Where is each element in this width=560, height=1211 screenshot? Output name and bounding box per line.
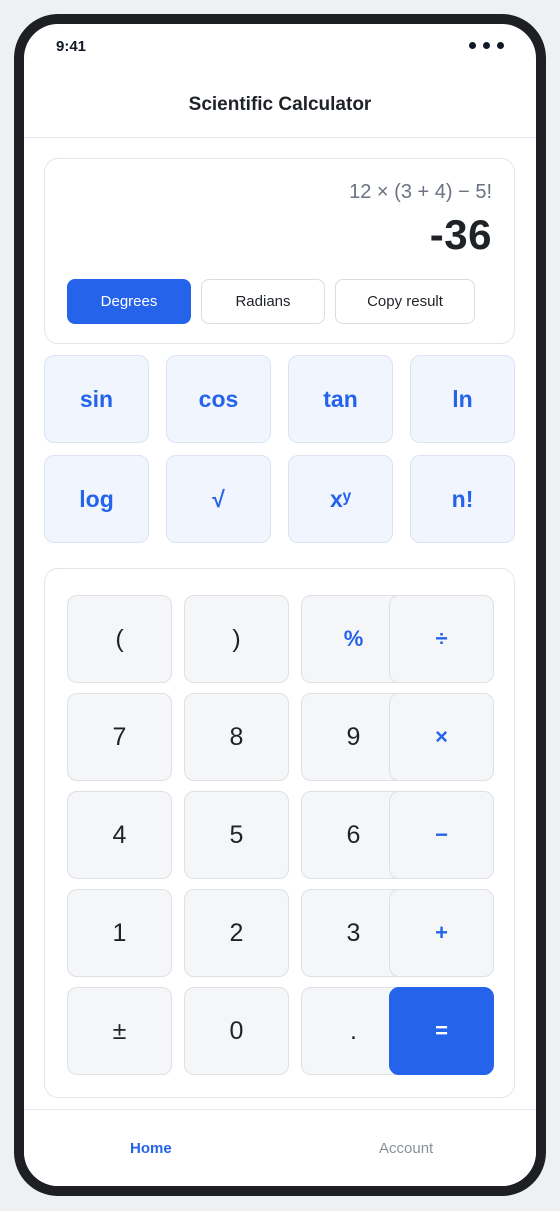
cos-button[interactable]: cos — [166, 355, 271, 443]
radians-button[interactable]: Radians — [201, 279, 325, 324]
tab-home[interactable]: Home — [130, 1140, 172, 1157]
digit-1-key[interactable]: 1 — [67, 889, 172, 977]
more-icon[interactable] — [469, 42, 504, 49]
sign-toggle-key[interactable]: ± — [67, 987, 172, 1075]
copy-result-button[interactable]: Copy result — [335, 279, 475, 324]
power-button[interactable]: xʸ — [288, 455, 393, 543]
log-button[interactable]: log — [44, 455, 149, 543]
page-title: Scientific Calculator — [188, 94, 372, 115]
status-bar: 9:41 — [24, 24, 536, 72]
dot — [483, 42, 490, 49]
dot — [497, 42, 504, 49]
minus-key[interactable]: − — [389, 791, 494, 879]
tab-account[interactable]: Account — [379, 1140, 433, 1157]
divide-key[interactable]: ÷ — [389, 595, 494, 683]
digit-8-key[interactable]: 8 — [184, 693, 289, 781]
sin-button[interactable]: sin — [44, 355, 149, 443]
digit-2-key[interactable]: 2 — [184, 889, 289, 977]
ln-button[interactable]: ln — [410, 355, 515, 443]
tab-bar: Home Account — [24, 1109, 536, 1186]
display-card: 12 × (3 + 4) − 5! -36 Degrees Radians Co… — [44, 158, 515, 344]
close-paren-key[interactable]: ) — [184, 595, 289, 683]
status-time: 9:41 — [56, 38, 87, 55]
result-display: -36 — [429, 211, 492, 258]
factorial-button[interactable]: n! — [410, 455, 515, 543]
keypad: ( ) % ÷ 7 8 9 × 4 5 6 − 1 2 3 + ± 0 . = — [44, 568, 515, 1098]
multiply-key[interactable]: × — [389, 693, 494, 781]
plus-key[interactable]: + — [389, 889, 494, 977]
degrees-button[interactable]: Degrees — [67, 279, 191, 324]
digit-4-key[interactable]: 4 — [67, 791, 172, 879]
dot — [469, 42, 476, 49]
phone-frame: 9:41 Scientific Calculator 12 × (3 + 4) … — [14, 14, 546, 1196]
open-paren-key[interactable]: ( — [67, 595, 172, 683]
digit-5-key[interactable]: 5 — [184, 791, 289, 879]
tan-button[interactable]: tan — [288, 355, 393, 443]
sqrt-button[interactable]: √ — [166, 455, 271, 543]
screen: 9:41 Scientific Calculator 12 × (3 + 4) … — [24, 24, 536, 1186]
equals-key[interactable]: = — [389, 987, 494, 1075]
app-header: Scientific Calculator — [24, 84, 536, 138]
expression-display: 12 × (3 + 4) − 5! — [349, 181, 492, 203]
digit-0-key[interactable]: 0 — [184, 987, 289, 1075]
digit-7-key[interactable]: 7 — [67, 693, 172, 781]
